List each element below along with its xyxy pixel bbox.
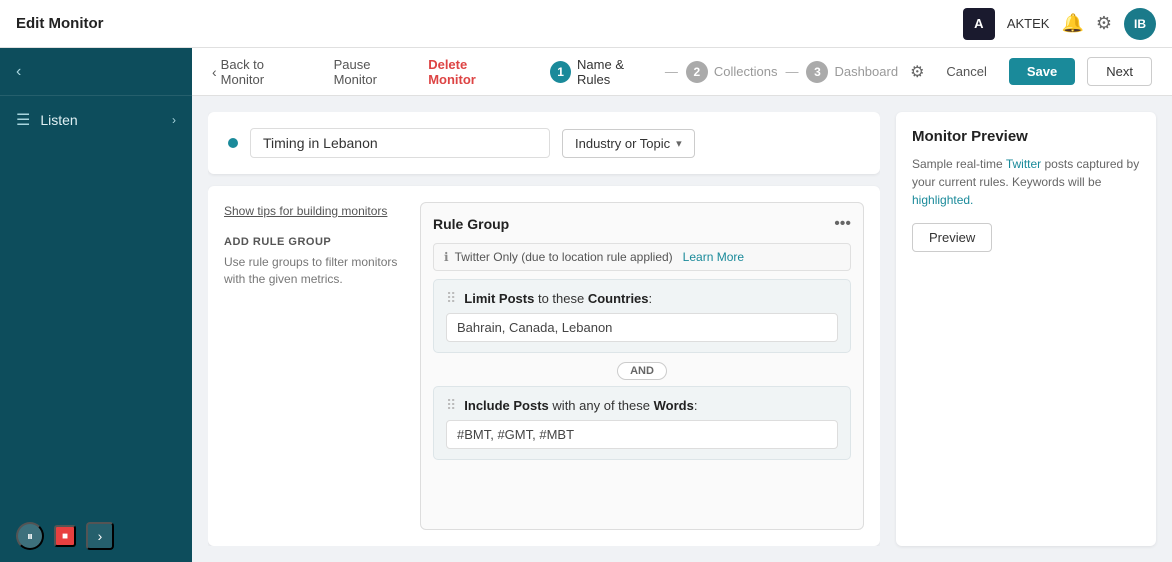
and-connector: AND xyxy=(433,361,851,380)
add-rule-desc: Use rule groups to filter monitors with … xyxy=(224,254,404,288)
twitter-notice-text: Twitter Only (due to location rule appli… xyxy=(455,250,673,264)
rule-block-1: ⠿ Limit Posts to these Countries: Bahrai… xyxy=(433,279,851,353)
step-2-num: 2 xyxy=(686,61,708,83)
learn-more-link[interactable]: Learn More xyxy=(683,250,744,264)
dropdown-arrow-icon: ▾ xyxy=(676,137,682,150)
rule-2-suffix: Words xyxy=(654,398,694,413)
cancel-button[interactable]: Cancel xyxy=(936,60,996,83)
topic-dropdown[interactable]: Industry or Topic ▾ xyxy=(562,129,695,158)
listen-icon: ☰ xyxy=(16,110,30,130)
aktek-avatar: A xyxy=(963,8,995,40)
status-dot xyxy=(228,138,238,148)
step-3-label: Dashboard xyxy=(834,64,898,79)
drag-handle-1[interactable]: ⠿ xyxy=(446,290,456,307)
rule-2-bold: Include Posts xyxy=(464,398,549,413)
monitor-name-input[interactable] xyxy=(250,128,550,158)
add-rule-group-label: ADD RULE GROUP xyxy=(224,236,404,248)
stop-button[interactable]: ■ xyxy=(54,525,76,547)
back-chevron-icon: ‹ xyxy=(212,64,217,80)
sidebar-expand-arrow: › xyxy=(172,113,176,127)
preview-button[interactable]: Preview xyxy=(912,223,992,252)
topic-dropdown-label: Industry or Topic xyxy=(575,136,670,151)
rule-block-2: ⠿ Include Posts with any of these Words:… xyxy=(433,386,851,460)
sidebar-bottom: ⏸ ■ › xyxy=(0,510,192,562)
monitor-name-card: Industry or Topic ▾ xyxy=(208,112,880,174)
content-area: ‹ Back to Monitor Pause Monitor Delete M… xyxy=(192,48,1172,562)
settings-icon[interactable]: ⚙ xyxy=(1096,13,1112,34)
info-icon: ℹ xyxy=(444,250,449,264)
step-3-num: 3 xyxy=(806,61,828,83)
pause-monitor-link[interactable]: Pause Monitor xyxy=(334,57,417,87)
step-indicator: 1 Name & Rules — 2 Collections — 3 Dashb… xyxy=(550,57,898,87)
drag-handle-2[interactable]: ⠿ xyxy=(446,397,456,414)
sidebar: ‹ ☰ Listen › ⏸ ■ › xyxy=(0,48,192,562)
step-1-label: Name & Rules xyxy=(577,57,657,87)
notification-icon[interactable]: 🔔 xyxy=(1061,13,1083,34)
step-2[interactable]: 2 Collections xyxy=(686,61,778,83)
step-dash-1: — xyxy=(665,64,678,79)
header-title: Edit Monitor xyxy=(16,15,103,32)
rule-1-title: Limit Posts to these Countries: xyxy=(464,291,652,306)
sidebar-item-listen[interactable]: ☰ Listen › xyxy=(0,96,192,144)
rule-2-title: Include Posts with any of these Words: xyxy=(464,398,697,413)
next-button[interactable]: Next xyxy=(1087,57,1152,86)
back-to-monitor-link[interactable]: ‹ Back to Monitor xyxy=(212,57,310,87)
highlighted-text: highlighted. xyxy=(912,193,973,207)
content-body: Industry or Topic ▾ Show tips for buildi… xyxy=(192,96,1172,562)
step-dash-2: — xyxy=(785,64,798,79)
pause-button[interactable]: ⏸ xyxy=(16,522,44,550)
step-3[interactable]: 3 Dashboard xyxy=(806,61,898,83)
user-avatar[interactable]: IB xyxy=(1124,8,1156,40)
expand-button[interactable]: › xyxy=(86,522,114,550)
step-1-num: 1 xyxy=(550,61,571,83)
save-button[interactable]: Save xyxy=(1009,58,1075,85)
sidebar-listen-label: Listen xyxy=(40,112,77,128)
rule-group-card: Rule Group ••• ℹ Twitter Only (due to lo… xyxy=(420,202,864,530)
twitter-link[interactable]: Twitter xyxy=(1006,157,1041,171)
back-arrow-icon: ‹ xyxy=(16,63,21,81)
twitter-only-notice: ℹ Twitter Only (due to location rule app… xyxy=(433,243,851,271)
username-label: AKTEK xyxy=(1007,16,1050,31)
monitor-preview-panel: Monitor Preview Sample real-time Twitter… xyxy=(896,112,1156,546)
rule-group-header: Rule Group ••• xyxy=(433,215,851,233)
and-badge: AND xyxy=(617,362,667,380)
preview-title: Monitor Preview xyxy=(912,128,1140,145)
show-tips-link[interactable]: Show tips for building monitors xyxy=(224,204,387,218)
delete-monitor-link[interactable]: Delete Monitor xyxy=(428,57,517,87)
rule-group-menu-button[interactable]: ••• xyxy=(834,215,851,233)
rule-group-title: Rule Group xyxy=(433,216,509,232)
rule-1-suffix: Countries xyxy=(588,291,649,306)
main-layout: ‹ ☰ Listen › ⏸ ■ › ‹ Back to Monitor Pau… xyxy=(0,48,1172,562)
rule-2-value[interactable]: #BMT, #GMT, #MBT xyxy=(446,420,838,449)
sidebar-back-button[interactable]: ‹ xyxy=(0,48,192,96)
tips-panel: Show tips for building monitors ADD RULE… xyxy=(224,202,404,530)
rule-settings-icon[interactable]: ⚙ xyxy=(910,62,924,82)
step-1: 1 Name & Rules xyxy=(550,57,657,87)
rules-area: Show tips for building monitors ADD RULE… xyxy=(208,186,880,546)
content-topbar: ‹ Back to Monitor Pause Monitor Delete M… xyxy=(192,48,1172,96)
app-header: Edit Monitor A AKTEK 🔔 ⚙ IB xyxy=(0,0,1172,48)
step-2-label: Collections xyxy=(714,64,778,79)
preview-description: Sample real-time Twitter posts captured … xyxy=(912,155,1140,209)
rule-1-value[interactable]: Bahrain, Canada, Lebanon xyxy=(446,313,838,342)
rule-1-bold: Limit Posts xyxy=(464,291,534,306)
left-panel: Industry or Topic ▾ Show tips for buildi… xyxy=(208,112,880,546)
